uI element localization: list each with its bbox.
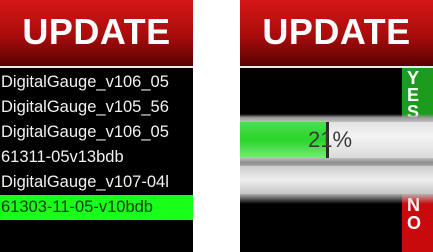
- file-list-item[interactable]: DigitalGauge_v107-04l: [0, 170, 193, 195]
- yes-button-label: YES: [407, 68, 420, 118]
- file-list-item[interactable]: DigitalGauge_v106_05: [0, 120, 193, 145]
- yes-button[interactable]: YES: [402, 68, 433, 118]
- progress-dialog: 21%: [240, 114, 433, 204]
- progress-bar: 21%: [240, 122, 433, 158]
- status-bar: [240, 166, 433, 194]
- file-list-item[interactable]: 61311-05v13bdb: [0, 145, 193, 170]
- progress-percent-text: 21%: [308, 127, 353, 152]
- header-title: UPDATE: [22, 11, 171, 52]
- header-bar: UPDATE: [240, 0, 433, 68]
- header-bar: UPDATE: [0, 0, 193, 68]
- update-screen-file-select: UPDATE DigitalGauge_v106_05 DigitalGauge…: [0, 0, 193, 252]
- file-list-item[interactable]: DigitalGauge_v105_56: [0, 95, 193, 120]
- update-screen-progress: UPDATE YES NO 21%: [240, 0, 433, 252]
- file-list-item[interactable]: DigitalGauge_v106_05: [0, 70, 193, 95]
- file-list-item-selected[interactable]: 61303-11-05-v10bdb: [0, 195, 193, 220]
- header-title: UPDATE: [262, 11, 411, 52]
- firmware-file-list: DigitalGauge_v106_05 DigitalGauge_v105_5…: [0, 70, 193, 220]
